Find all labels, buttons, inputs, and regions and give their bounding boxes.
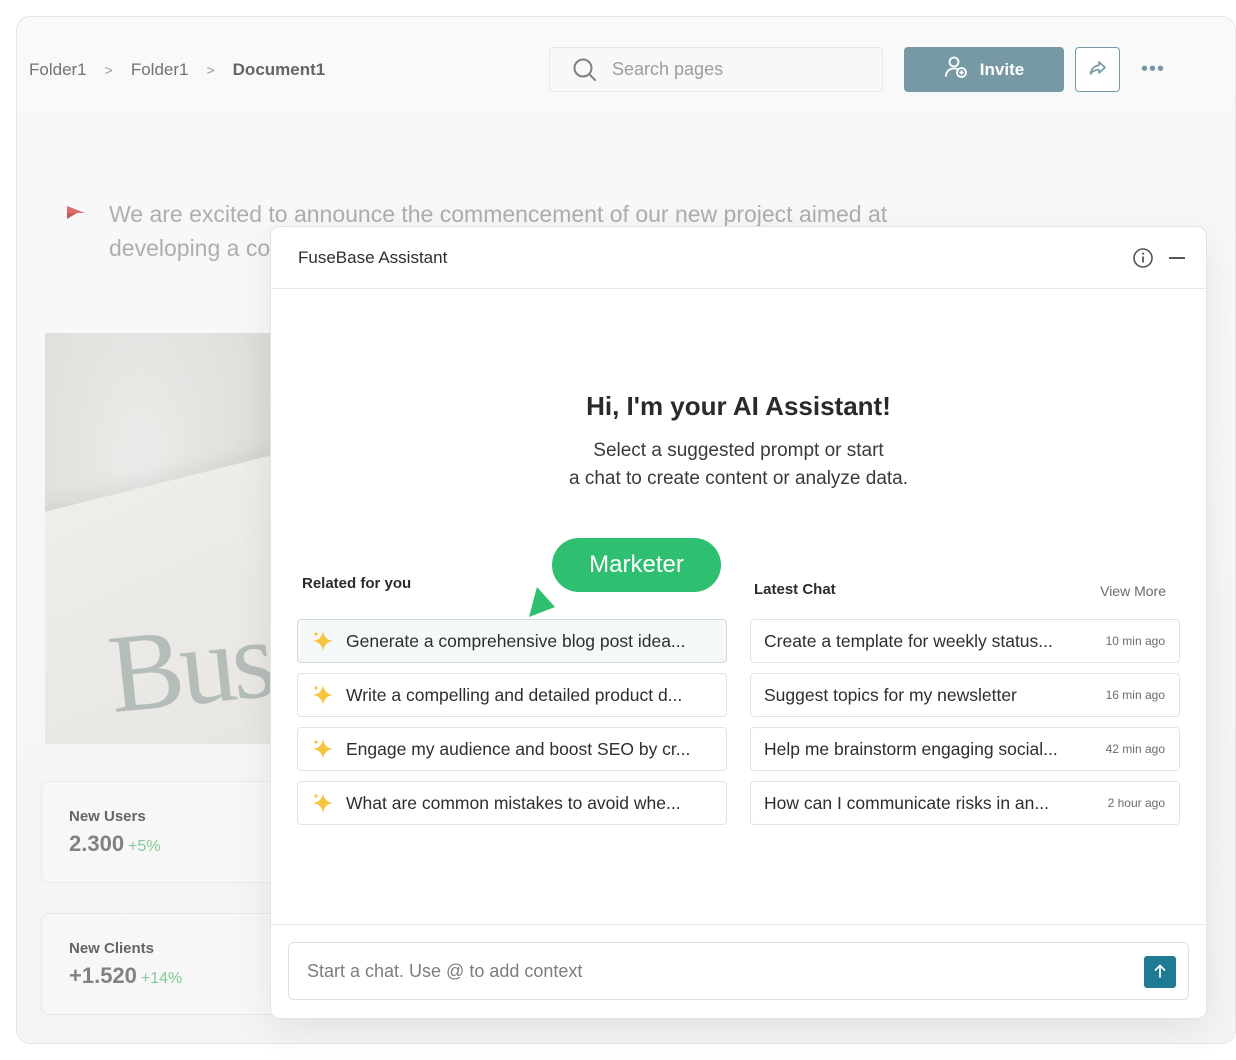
search-input[interactable] [612, 59, 852, 80]
stat-value-row: +1.520 +14% [69, 963, 300, 989]
stat-label: New Clients [69, 940, 155, 957]
chat-item[interactable]: Suggest topics for my newsletter 16 min … [750, 673, 1180, 717]
prompt-text: Engage my audience and boost SEO by cr..… [346, 738, 691, 759]
search-box[interactable] [549, 47, 883, 92]
stat-value: 2.300 [69, 831, 125, 856]
stat-label: New Users [69, 808, 146, 825]
chat-time: 2 hour ago [1107, 796, 1165, 810]
chat-item[interactable]: Help me brainstorm engaging social... 42… [750, 727, 1180, 771]
chat-time: 42 min ago [1105, 742, 1165, 756]
share-icon [1088, 58, 1108, 81]
stat-delta: +5% [128, 838, 161, 855]
prompt-text: Generate a comprehensive blog post idea.… [346, 630, 686, 651]
sparkle-icon [313, 793, 333, 813]
breadcrumb-current: Document1 [232, 60, 326, 79]
flag-icon [65, 205, 87, 265]
chat-time: 16 min ago [1105, 688, 1165, 702]
send-button[interactable] [1144, 956, 1176, 988]
assistant-subtitle: Select a suggested prompt or start a cha… [271, 437, 1206, 493]
breadcrumb-separator-icon: > [206, 62, 215, 78]
chat-item[interactable]: How can I communicate risks in an... 2 h… [750, 781, 1180, 825]
breadcrumb-item-folder1[interactable]: Folder1 [27, 60, 89, 80]
more-options-icon[interactable]: ••• [1137, 55, 1169, 83]
view-more-link[interactable]: View More [1100, 583, 1166, 599]
chat-title: How can I communicate risks in an... [764, 792, 1049, 813]
prompt-item[interactable]: Generate a comprehensive blog post idea.… [297, 619, 727, 663]
info-icon[interactable] [1132, 247, 1154, 269]
assistant-header: FuseBase Assistant [271, 227, 1206, 289]
breadcrumb-item-folder1-2[interactable]: Folder1 [129, 60, 191, 80]
arrow-up-icon [1152, 963, 1168, 982]
invite-button-label: Invite [979, 59, 1025, 79]
prompt-item[interactable]: Engage my audience and boost SEO by cr..… [297, 727, 727, 771]
chat-title: Suggest topics for my newsletter [764, 684, 1017, 705]
chat-composer[interactable] [288, 942, 1189, 1000]
assistant-greeting: Hi, I'm your AI Assistant! [586, 391, 891, 421]
minimize-icon[interactable] [1166, 247, 1188, 269]
assistant-title: FuseBase Assistant [298, 247, 448, 267]
breadcrumb: Folder1 > Folder1 > Document1 [27, 60, 327, 80]
stat-card-new-users: New Users 2.300 +5% [41, 781, 301, 883]
composer-area [271, 924, 1206, 1018]
stat-value: +1.520 [69, 963, 137, 988]
sparkle-icon [313, 685, 333, 705]
related-section-title: Related for you [302, 575, 412, 592]
prompt-text: Write a compelling and detailed product … [346, 684, 683, 705]
subtitle-line-1: Select a suggested prompt or start [593, 440, 884, 461]
share-button[interactable] [1075, 47, 1120, 92]
stat-delta: +14% [140, 970, 183, 987]
chat-input[interactable] [307, 960, 1107, 982]
add-user-icon [944, 55, 968, 84]
prompt-text: What are common mistakes to avoid whe... [346, 792, 681, 813]
chat-title: Help me brainstorm engaging social... [764, 738, 1058, 759]
prompt-item[interactable]: What are common mistakes to avoid whe... [297, 781, 727, 825]
prompt-item[interactable]: Write a compelling and detailed product … [297, 673, 727, 717]
sparkle-icon [313, 631, 333, 651]
invite-button[interactable]: Invite [904, 47, 1064, 92]
stat-value-row: 2.300 +5% [69, 831, 300, 857]
assistant-panel: FuseBase Assistant Hi, I'm your AI Assis… [270, 226, 1207, 1019]
stat-card-new-clients: New Clients +1.520 +14% [41, 913, 301, 1015]
document-image: Bus [45, 333, 285, 744]
breadcrumb-separator-icon: > [104, 62, 113, 78]
marketer-tag: Marketer [552, 538, 721, 592]
sparkle-icon [313, 739, 333, 759]
chat-title: Create a template for weekly status... [764, 630, 1053, 651]
subtitle-line-2: a chat to create content or analyze data… [568, 468, 909, 489]
chat-item[interactable]: Create a template for weekly status... 1… [750, 619, 1180, 663]
latest-chat-title: Latest Chat [754, 581, 836, 598]
chat-time: 10 min ago [1105, 634, 1165, 648]
search-icon [572, 57, 598, 83]
